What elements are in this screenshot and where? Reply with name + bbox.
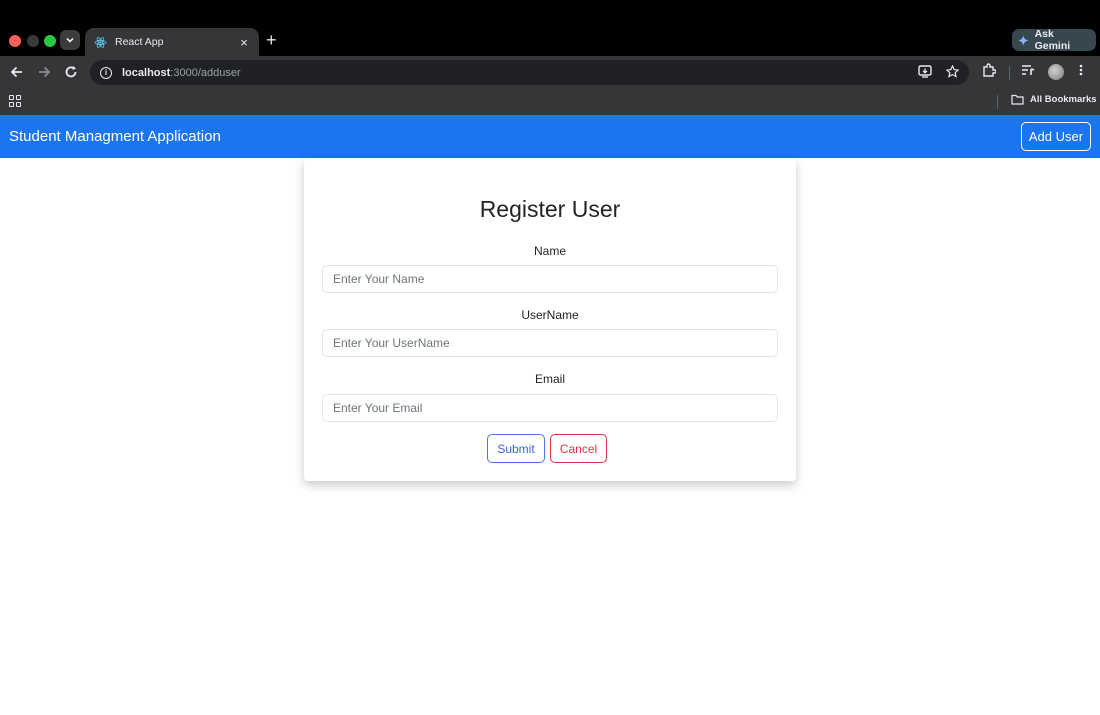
ask-gemini-button[interactable]: Ask Gemini	[1012, 28, 1096, 52]
extensions-icon[interactable]	[982, 63, 997, 80]
gemini-sparkle-icon	[1018, 34, 1029, 46]
all-bookmarks-label: All Bookmarks	[1030, 94, 1097, 105]
register-user-card: Register User Name UserName Email Submit…	[304, 158, 796, 481]
chevron-down-icon	[66, 37, 74, 43]
apps-grid-icon[interactable]	[9, 95, 21, 107]
window-minimize-button[interactable]	[27, 35, 39, 47]
email-label: Email	[534, 372, 565, 386]
reading-list-icon[interactable]	[1021, 63, 1035, 80]
address-bar[interactable]: i localhost :3000/adduser	[90, 60, 969, 85]
window-close-button[interactable]	[9, 35, 21, 47]
url-host: localhost	[122, 66, 171, 79]
page-title: Register User	[479, 196, 621, 222]
bookmarks-bar: All Bookmarks	[0, 89, 1100, 115]
cancel-button[interactable]: Cancel	[550, 434, 607, 463]
submit-button[interactable]: Submit	[487, 434, 545, 463]
url-path: :3000/adduser	[170, 66, 241, 79]
add-user-button[interactable]: Add User	[1021, 122, 1091, 151]
all-bookmarks-button[interactable]: All Bookmarks	[1011, 94, 1097, 105]
browser-tab-strip: React App × + Ask Gemini	[0, 0, 1100, 56]
reload-icon[interactable]	[63, 64, 79, 80]
username-input[interactable]	[322, 329, 778, 357]
email-input[interactable]	[322, 394, 778, 422]
username-label: UserName	[521, 308, 579, 322]
profile-avatar[interactable]	[1048, 64, 1064, 80]
new-tab-button[interactable]: +	[266, 31, 277, 49]
folder-icon	[1011, 94, 1024, 105]
bookmark-star-icon[interactable]	[945, 64, 960, 81]
ask-gemini-label: Ask Gemini	[1034, 28, 1071, 52]
forward-arrow-icon[interactable]	[36, 64, 52, 80]
menu-kebab-icon[interactable]	[1079, 63, 1083, 80]
install-icon[interactable]	[918, 65, 932, 81]
toolbar-divider	[1009, 66, 1010, 80]
back-arrow-icon[interactable]	[9, 64, 25, 80]
navbar-brand[interactable]: Student Managment Application	[9, 128, 221, 145]
name-input[interactable]	[322, 265, 778, 293]
bookmarks-divider	[997, 95, 998, 109]
window-maximize-button[interactable]	[44, 35, 56, 47]
close-tab-icon[interactable]: ×	[237, 35, 251, 50]
app-navbar: Student Managment Application Add User	[0, 115, 1100, 158]
react-logo-icon	[93, 35, 107, 49]
tab-search-button[interactable]	[60, 30, 80, 50]
browser-tab-active[interactable]: React App ×	[85, 28, 259, 56]
name-label: Name	[533, 244, 566, 258]
tab-title: React App	[115, 36, 164, 48]
site-info-icon[interactable]: i	[100, 66, 112, 79]
